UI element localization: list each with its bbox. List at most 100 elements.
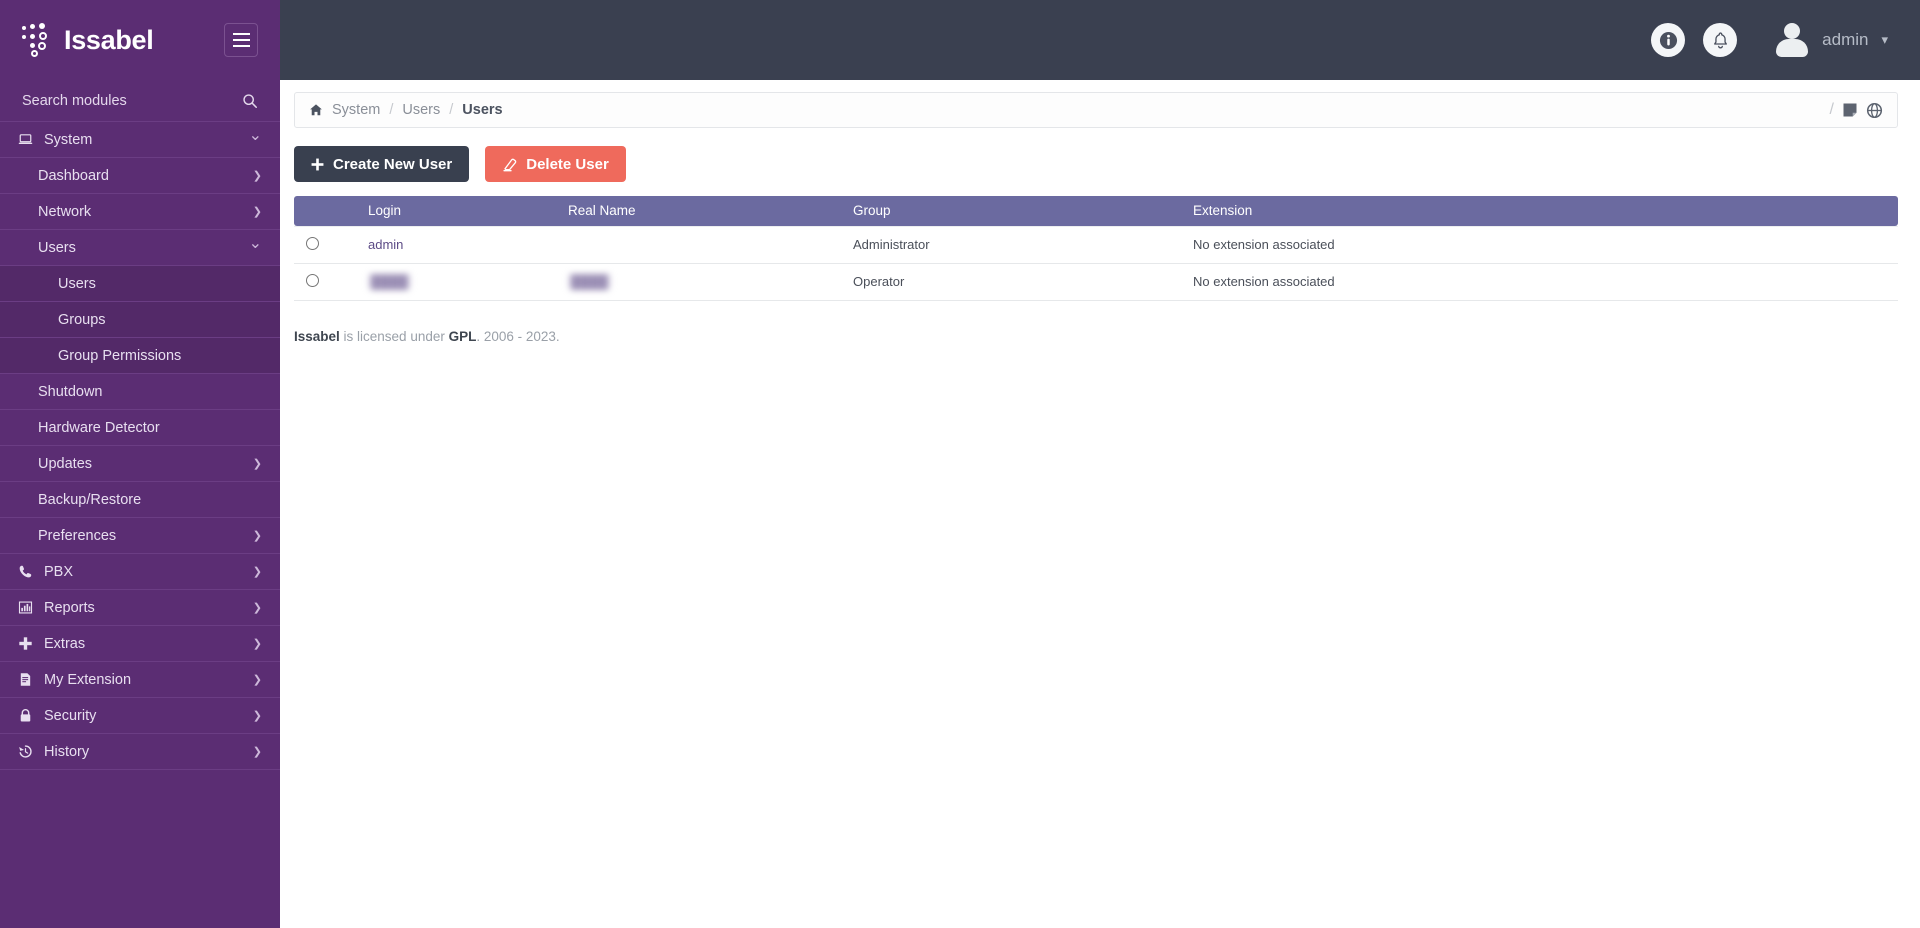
info-button[interactable] xyxy=(1651,23,1686,57)
user-avatar-icon xyxy=(1773,21,1811,59)
table-row[interactable]: admin Administrator No extension associate… xyxy=(294,225,1898,264)
sidebar-item-dashboard[interactable]: Dashboard xyxy=(0,158,280,194)
breadcrumb-item-2: Users xyxy=(462,102,503,118)
extension-cell: No extension associated xyxy=(1185,225,1898,264)
column-header-group[interactable]: Group xyxy=(845,196,1185,226)
sidebar-item-security[interactable]: Security xyxy=(0,698,280,734)
sidebar-item-label: Hardware Detector xyxy=(38,419,160,436)
sidebar-item-label: PBX xyxy=(44,563,74,580)
sidebar-item-label: Updates xyxy=(38,455,93,472)
chevron-right-icon xyxy=(253,601,262,614)
group-cell-value: Operator xyxy=(853,274,905,289)
user-menu[interactable]: admin ▾ xyxy=(1773,21,1888,59)
search-input[interactable] xyxy=(22,92,212,109)
brand-area: Issabel xyxy=(0,0,280,80)
chevron-right-icon xyxy=(253,745,262,758)
breadcrumb-item-0[interactable]: System xyxy=(332,102,380,118)
footer-brand: Issabel xyxy=(294,328,340,344)
fax-icon xyxy=(16,672,34,687)
column-header-login[interactable]: Login xyxy=(360,196,560,226)
table-header-row: Login Real Name Group Extension xyxy=(294,196,1898,226)
chevron-down-icon xyxy=(249,132,262,148)
sidebar-item-backup-restore[interactable]: Backup/Restore xyxy=(0,482,280,518)
row-select-radio[interactable] xyxy=(306,236,319,250)
breadcrumb-trailing-separator: / xyxy=(1829,101,1834,118)
sidebar-item-history[interactable]: History xyxy=(0,734,280,770)
chevron-right-icon xyxy=(253,637,262,650)
sidebar-item-label: My Extension xyxy=(44,671,132,688)
create-new-user-label: Create New User xyxy=(333,155,453,173)
phone-icon xyxy=(16,564,34,579)
bell-icon xyxy=(1713,31,1727,48)
sidebar-item-group-permissions[interactable]: Group Permissions xyxy=(0,338,280,374)
breadcrumb-item-1[interactable]: Users xyxy=(402,102,440,118)
group-cell: Administrator xyxy=(845,225,1185,264)
sidebar-item-network[interactable]: Network xyxy=(0,194,280,230)
sidebar-item-label: Dashboard xyxy=(38,167,109,184)
sidebar-item-label: Preferences xyxy=(38,527,117,544)
sidebar-item-system[interactable]: System xyxy=(0,122,280,158)
brand-logo[interactable]: Issabel xyxy=(22,23,224,57)
lock-icon xyxy=(20,709,30,722)
search-icon[interactable] xyxy=(242,93,258,109)
search-modules-row xyxy=(0,80,280,122)
notifications-button[interactable] xyxy=(1703,23,1738,57)
column-header-extension[interactable]: Extension xyxy=(1185,196,1898,226)
sidebar-item-label: Extras xyxy=(44,635,86,652)
column-header-real-name[interactable]: Real Name xyxy=(560,196,845,226)
sidebar-item-label: Groups xyxy=(58,311,106,328)
history-icon xyxy=(18,745,32,758)
breadcrumb-bar: System / Users / Users / xyxy=(294,92,1898,128)
login-cell-value: admin xyxy=(368,237,404,252)
sidebar-item-label: History xyxy=(44,743,90,760)
menu-toggle-button[interactable] xyxy=(224,23,258,57)
real-name-cell-value: ████ xyxy=(568,274,611,289)
delete-user-button[interactable]: Delete User xyxy=(485,146,626,182)
real-name-cell: ████ xyxy=(560,263,845,301)
row-select-radio[interactable] xyxy=(306,273,319,287)
footer-years: . 2006 - 2023. xyxy=(476,328,560,344)
table-row[interactable]: ████ ████ Operator No extension associated xyxy=(294,263,1898,301)
sidebar-item-groups[interactable]: Groups xyxy=(0,302,280,338)
laptop-icon xyxy=(16,132,34,147)
extension-cell-value: No extension associated xyxy=(1193,274,1335,289)
sidebar-item-preferences[interactable]: Preferences xyxy=(0,518,280,554)
create-new-user-button[interactable]: Create New User xyxy=(294,146,470,182)
globe-icon[interactable] xyxy=(1866,102,1883,119)
row-select-cell xyxy=(294,225,360,264)
body-row: System Dashboard Network Users Users Groups Gr… xyxy=(0,80,1920,928)
sidebar-item-users[interactable]: Users xyxy=(0,230,280,266)
login-cell[interactable]: admin xyxy=(360,225,560,264)
sidebar-item-hardware-detector[interactable]: Hardware Detector xyxy=(0,410,280,446)
top-bar-right: admin ▾ xyxy=(280,0,1920,80)
sidebar-item-label: System xyxy=(44,131,93,148)
footer-text-mid: is licensed under xyxy=(339,328,449,344)
users-table-wrapper: Login Real Name Group Extension admin Adm… xyxy=(280,182,1920,301)
chevron-right-icon xyxy=(253,709,262,722)
sidebar-item-reports[interactable]: Reports xyxy=(0,590,280,626)
chevron-right-icon xyxy=(253,169,262,182)
sidebar-item-pbx[interactable]: PBX xyxy=(0,554,280,590)
home-icon[interactable] xyxy=(309,103,323,117)
fax-icon xyxy=(20,673,30,686)
sidebar: System Dashboard Network Users Users Groups Gr… xyxy=(0,80,280,928)
sidebar-item-extras[interactable]: Extras xyxy=(0,626,280,662)
sidebar-item-my-extension[interactable]: My Extension xyxy=(0,662,280,698)
column-header-select xyxy=(294,196,360,226)
top-bar: Issabel admin ▾ xyxy=(0,0,1920,80)
footer-license: GPL xyxy=(448,328,477,344)
sidebar-item-label: Network xyxy=(38,203,92,220)
chevron-right-icon xyxy=(253,457,262,470)
sidebar-filler xyxy=(0,770,280,928)
login-cell-value: ████ xyxy=(368,274,411,289)
sidebar-item-updates[interactable]: Updates xyxy=(0,446,280,482)
sidebar-item-users[interactable]: Users xyxy=(0,266,280,302)
note-icon[interactable] xyxy=(1842,102,1858,118)
hamburger-icon xyxy=(232,33,250,35)
plus-icon xyxy=(16,636,34,651)
sidebar-item-shutdown[interactable]: Shutdown xyxy=(0,374,280,410)
chevron-down-icon xyxy=(249,240,262,256)
breadcrumb: System / Users / Users xyxy=(309,102,503,118)
group-cell-value: Administrator xyxy=(853,237,930,252)
sidebar-item-label: Users xyxy=(58,275,96,292)
